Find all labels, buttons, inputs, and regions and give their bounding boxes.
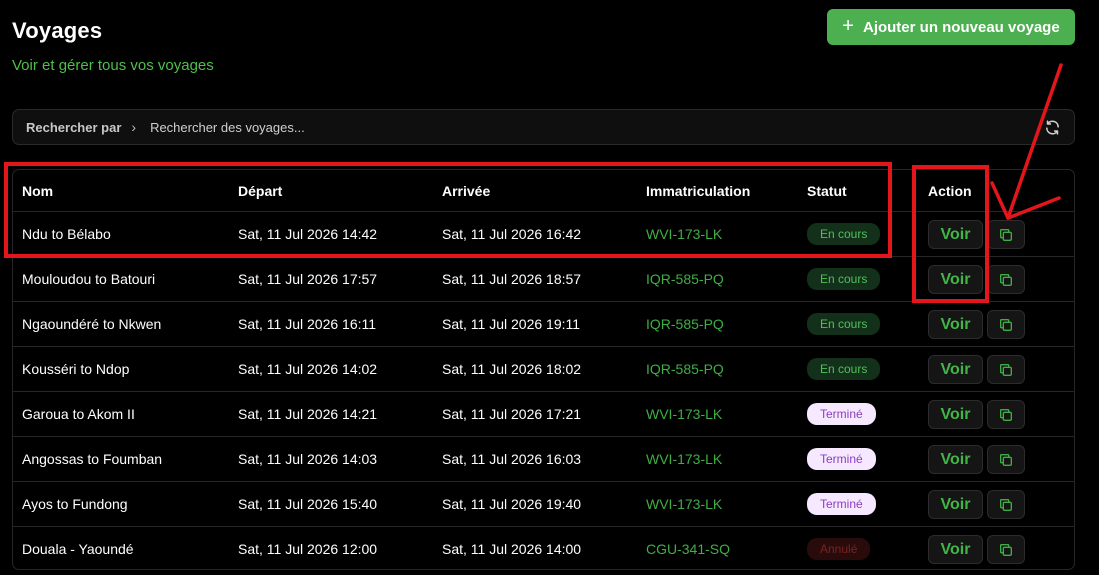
status-badge: En cours — [807, 358, 881, 380]
table-row: Angossas to Foumban Sat, 11 Jul 2026 14:0… — [13, 437, 1074, 482]
voir-button[interactable]: Voir — [928, 265, 983, 294]
column-header-immatriculation: Immatriculation — [646, 182, 751, 199]
cell-nom: Garoua to Akom II — [22, 406, 135, 422]
cell-nom: Ngaoundéré to Nkwen — [22, 316, 162, 332]
cell-statut: Annulé — [807, 527, 871, 569]
voir-button[interactable]: Voir — [928, 535, 983, 564]
cell-immatriculation: WVI-173-LK — [646, 451, 723, 467]
table-row: Garoua to Akom II Sat, 11 Jul 2026 14:21 S… — [13, 392, 1074, 437]
cell-immatriculation: CGU-341-SQ — [646, 541, 731, 557]
voir-button[interactable]: Voir — [928, 445, 983, 474]
table-row: Ayos to Fundong Sat, 11 Jul 2026 15:40 Sat… — [13, 482, 1074, 527]
cell-nom: Ayos to Fundong — [22, 496, 128, 512]
cell-arrivee: Sat, 11 Jul 2026 19:11 — [442, 316, 581, 332]
chevron-right-icon: › — [131, 119, 137, 135]
cell-statut: Terminé — [807, 437, 876, 481]
plus-icon: + — [842, 15, 854, 37]
table-row: Ngaoundéré to Nkwen Sat, 11 Jul 2026 16:1… — [13, 302, 1074, 347]
cell-arrivee: Sat, 11 Jul 2026 16:03 — [442, 451, 582, 467]
column-header-arrivee: Arrivée — [442, 182, 491, 199]
cell-arrivee: Sat, 11 Jul 2026 18:57 — [442, 271, 582, 287]
cell-depart: Sat, 11 Jul 2026 14:42 — [238, 226, 378, 242]
copy-button[interactable] — [987, 535, 1025, 564]
voir-button[interactable]: Voir — [928, 400, 983, 429]
cell-nom: Ndu to Bélabo — [22, 226, 111, 242]
cell-statut: En cours — [807, 257, 881, 301]
cell-depart: Sat, 11 Jul 2026 14:03 — [238, 451, 378, 467]
add-voyage-label: Ajouter un nouveau voyage — [862, 18, 1060, 36]
cell-arrivee: Sat, 11 Jul 2026 19:40 — [442, 496, 582, 512]
status-badge: Annulé — [807, 538, 871, 560]
cell-nom: Angossas to Foumban — [22, 451, 163, 467]
voir-button[interactable]: Voir — [928, 310, 983, 339]
copy-icon — [998, 362, 1014, 378]
search-filter-label: Rechercher par — [26, 119, 122, 135]
copy-icon — [998, 407, 1014, 423]
cell-arrivee: Sat, 11 Jul 2026 14:00 — [442, 541, 582, 557]
column-header-nom: Nom — [22, 182, 54, 199]
cell-depart: Sat, 11 Jul 2026 16:11 — [238, 316, 377, 332]
voyages-table: Nom Départ Arrivée Immatriculation Statu… — [12, 169, 1075, 570]
copy-icon — [998, 272, 1014, 288]
cell-statut: En cours — [807, 302, 881, 346]
cell-depart: Sat, 11 Jul 2026 14:21 — [238, 406, 378, 422]
cell-depart: Sat, 11 Jul 2026 12:00 — [238, 541, 378, 557]
cell-arrivee: Sat, 11 Jul 2026 18:02 — [442, 361, 582, 377]
cell-arrivee: Sat, 11 Jul 2026 17:21 — [442, 406, 582, 422]
column-header-action: Action — [928, 182, 972, 199]
cell-statut: En cours — [807, 212, 881, 256]
copy-button[interactable] — [987, 355, 1025, 384]
cell-immatriculation: WVI-173-LK — [646, 226, 723, 242]
copy-button[interactable] — [987, 400, 1025, 429]
search-input[interactable] — [150, 119, 1011, 135]
search-bar: Rechercher par › — [12, 109, 1075, 145]
cell-immatriculation: IQR-585-PQ — [646, 271, 724, 287]
page-title: Voyages — [12, 18, 103, 43]
copy-icon — [998, 542, 1014, 558]
table-header: Nom Départ Arrivée Immatriculation Statu… — [13, 170, 1074, 212]
copy-icon — [998, 497, 1014, 513]
status-badge: En cours — [807, 223, 881, 245]
column-header-statut: Statut — [807, 182, 847, 199]
cell-immatriculation: WVI-173-LK — [646, 496, 723, 512]
refresh-icon[interactable] — [1044, 119, 1061, 136]
status-badge: En cours — [807, 313, 881, 335]
copy-icon — [998, 317, 1014, 333]
status-badge: Terminé — [807, 403, 876, 425]
column-header-depart: Départ — [238, 182, 283, 199]
voir-button[interactable]: Voir — [928, 220, 983, 249]
status-badge: Terminé — [807, 448, 876, 470]
cell-statut: En cours — [807, 347, 881, 391]
copy-button[interactable] — [987, 220, 1025, 249]
cell-immatriculation: IQR-585-PQ — [646, 361, 724, 377]
voir-button[interactable]: Voir — [928, 490, 983, 519]
search-filter-dropdown[interactable]: Rechercher par › — [13, 119, 136, 135]
table-row: Douala - Yaoundé Sat, 11 Jul 2026 12:00 Sa… — [13, 527, 1074, 569]
cell-nom: Kousséri to Ndop — [22, 361, 130, 377]
cell-depart: Sat, 11 Jul 2026 15:40 — [238, 496, 378, 512]
copy-button[interactable] — [987, 310, 1025, 339]
copy-button[interactable] — [987, 490, 1025, 519]
cell-statut: Terminé — [807, 392, 876, 436]
table-row: Mouloudou to Batouri Sat, 11 Jul 2026 17:… — [13, 257, 1074, 302]
status-badge: Terminé — [807, 493, 876, 515]
table-row: Ndu to Bélabo Sat, 11 Jul 2026 14:42 Sat, … — [13, 212, 1074, 257]
copy-button[interactable] — [987, 265, 1025, 294]
cell-nom: Mouloudou to Batouri — [22, 271, 156, 287]
page-subtitle: Voir et gérer tous vos voyages — [12, 57, 214, 74]
copy-icon — [998, 452, 1014, 468]
table-row: Kousséri to Ndop Sat, 11 Jul 2026 14:02 Sa… — [13, 347, 1074, 392]
status-badge: En cours — [807, 268, 881, 290]
cell-arrivee: Sat, 11 Jul 2026 16:42 — [442, 226, 582, 242]
cell-immatriculation: IQR-585-PQ — [646, 316, 724, 332]
cell-depart: Sat, 11 Jul 2026 17:57 — [238, 271, 378, 287]
copy-icon — [998, 227, 1014, 243]
cell-depart: Sat, 11 Jul 2026 14:02 — [238, 361, 378, 377]
copy-button[interactable] — [987, 445, 1025, 474]
cell-nom: Douala - Yaoundé — [22, 541, 134, 557]
add-voyage-button[interactable]: + Ajouter un nouveau voyage — [827, 9, 1075, 45]
voir-button[interactable]: Voir — [928, 355, 983, 384]
cell-statut: Terminé — [807, 482, 876, 526]
cell-immatriculation: WVI-173-LK — [646, 406, 723, 422]
